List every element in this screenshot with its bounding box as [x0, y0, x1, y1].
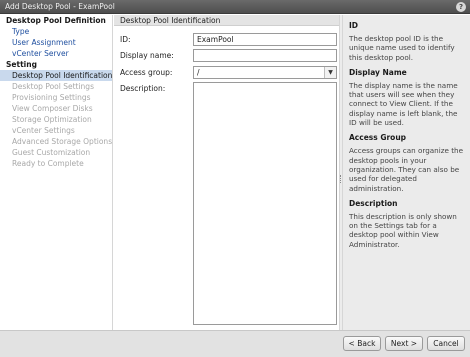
footer-bar: < Back Next > Cancel	[0, 330, 470, 357]
help-text-id: The desktop pool ID is the unique name u…	[349, 34, 455, 62]
nav-item-storage-optimization: Storage Optimization	[12, 115, 92, 124]
help-title-id: ID	[349, 21, 359, 30]
form-panel: Desktop Pool Identification ID: ExamPool…	[114, 15, 342, 330]
nav-item-user-assignment[interactable]: User Assignment	[0, 37, 112, 48]
help-icon[interactable]: ?	[456, 2, 466, 12]
chevron-down-icon[interactable]: ▼	[324, 67, 336, 78]
nav-item-type[interactable]: Type	[0, 26, 112, 37]
nav-item-guest-customization: Guest Customization	[12, 148, 91, 157]
nav-item-desktop-pool-settings: Desktop Pool Settings	[12, 82, 94, 91]
window-title: Add Desktop Pool - ExamPool	[5, 2, 115, 11]
help-text-display-name: The display name is the name that users …	[349, 80, 458, 128]
cancel-button[interactable]: Cancel	[427, 336, 465, 351]
nav-item-provisioning-settings: Provisioning Settings	[12, 93, 91, 102]
splitter-grip-icon[interactable]	[340, 175, 342, 183]
id-input[interactable]: ExamPool	[193, 33, 337, 46]
help-title-description: Description	[349, 198, 398, 208]
nav-group-setting: Setting	[6, 60, 37, 69]
help-title-access-group: Access Group	[349, 133, 407, 143]
window-titlebar: Add Desktop Pool - ExamPool ?	[0, 0, 470, 14]
display-name-input[interactable]	[193, 49, 337, 62]
nav-item-vcenter-server[interactable]: vCenter Server	[0, 48, 112, 59]
section-title: Desktop Pool Identification	[114, 15, 342, 26]
wizard-nav: Desktop Pool Definition Type User Assign…	[0, 15, 113, 330]
display-name-label: Display name:	[120, 51, 174, 60]
next-button[interactable]: Next >	[385, 336, 423, 351]
help-text-access-group: Access groups can organize the desktop p…	[349, 146, 464, 193]
access-group-value: /	[197, 68, 200, 77]
help-text-description: This description is only shown on the Se…	[349, 211, 457, 249]
access-group-select[interactable]: / ▼	[193, 66, 337, 79]
back-button[interactable]: < Back	[343, 336, 381, 351]
help-pane: ID The desktop pool ID is the unique nam…	[343, 15, 470, 330]
nav-item-vcenter-settings: vCenter Settings	[12, 126, 75, 135]
help-title-display-name: Display Name	[349, 67, 407, 77]
nav-item-desktop-pool-identification[interactable]: Desktop Pool Identification	[0, 70, 112, 81]
description-label: Description:	[120, 84, 166, 93]
nav-item-ready-to-complete: Ready to Complete	[12, 159, 84, 168]
description-textarea[interactable]	[193, 82, 337, 325]
id-label: ID:	[120, 35, 131, 44]
nav-item-view-composer-disks: View Composer Disks	[12, 104, 93, 113]
access-group-label: Access group:	[120, 68, 173, 77]
nav-item-advanced-storage-options: Advanced Storage Options	[12, 137, 113, 146]
nav-group-desktop-pool-definition: Desktop Pool Definition	[6, 16, 106, 25]
